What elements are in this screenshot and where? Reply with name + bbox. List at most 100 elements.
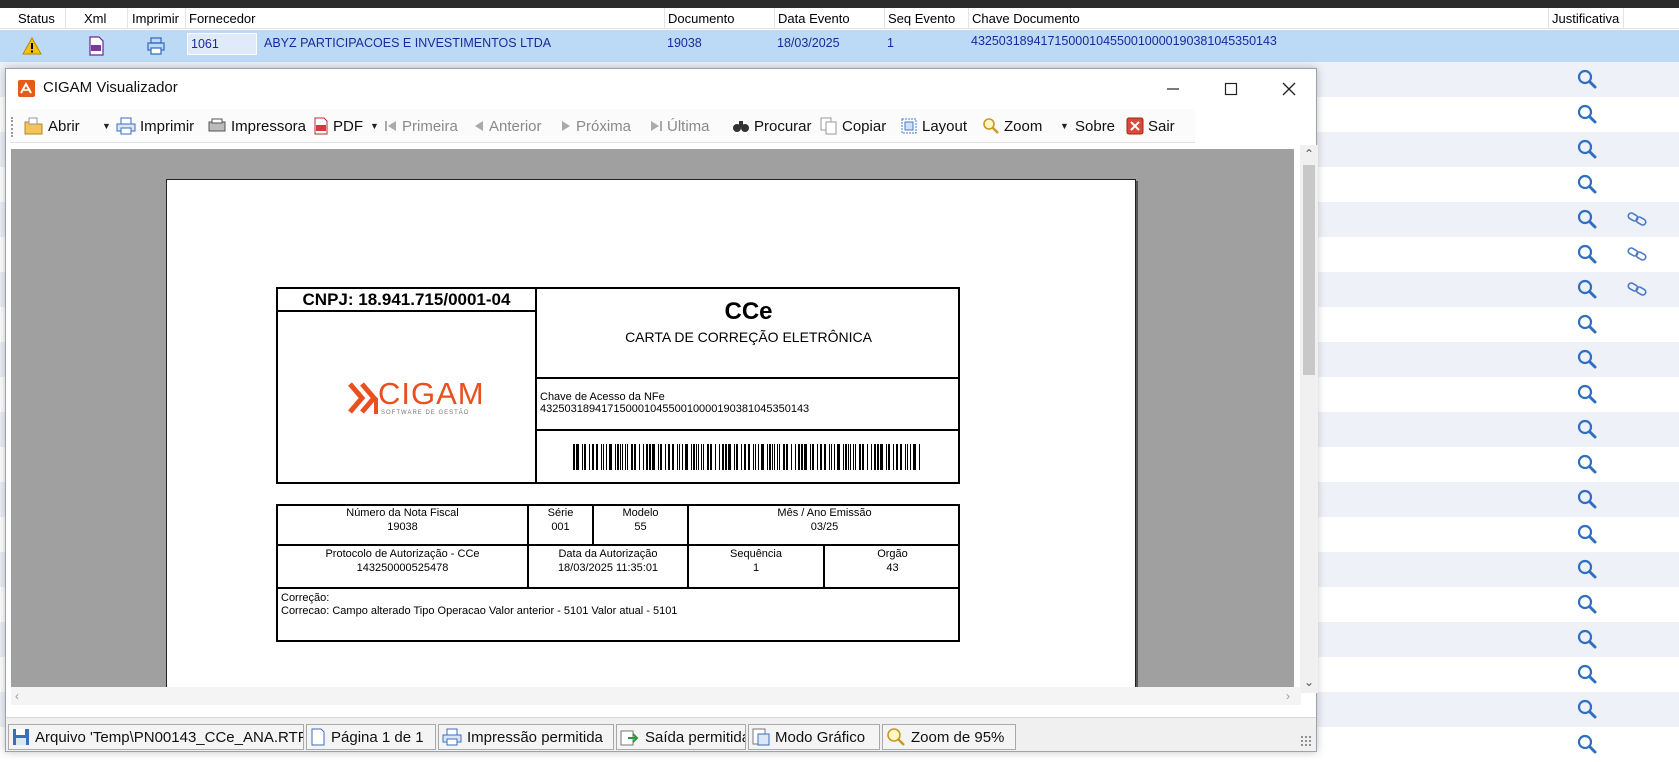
previous-page-icon: [475, 121, 483, 131]
search-icon[interactable]: [1576, 698, 1598, 720]
copy-icon: [820, 117, 837, 135]
abrir-button[interactable]: Abrir: [24, 109, 80, 143]
barcode-bar: [812, 444, 814, 470]
search-icon[interactable]: [1576, 383, 1598, 405]
protocolo-label: Protocolo de Autorização - CCe: [325, 548, 480, 560]
col-seq-evento[interactable]: Seq Evento: [885, 8, 969, 29]
search-icon[interactable]: [1576, 628, 1598, 650]
col-imprimir[interactable]: Imprimir: [128, 8, 186, 29]
xml-file-icon[interactable]: [86, 36, 106, 56]
floppy-disk-icon: [13, 729, 29, 745]
barcode-bar: [779, 444, 780, 470]
report-page: CNPJ: 18.941.715/0001-04 CCe CARTA DE CO…: [166, 179, 1136, 687]
search-icon[interactable]: [1576, 418, 1598, 440]
barcode-bar: [798, 444, 800, 470]
anterior-button[interactable]: Anterior: [473, 109, 542, 143]
zoom-button[interactable]: Zoom: [982, 109, 1042, 143]
sobre-button[interactable]: Sobre: [1075, 109, 1115, 143]
barcode-bar: [848, 444, 849, 470]
barcode-bar: [804, 444, 807, 470]
maximize-button[interactable]: [1202, 69, 1260, 109]
col-fornecedor[interactable]: Fornecedor: [186, 8, 665, 29]
close-button[interactable]: [1260, 69, 1318, 109]
search-icon[interactable]: [1576, 243, 1598, 265]
barcode-bar: [843, 444, 844, 470]
cigam-viewer-window: CIGAM Visualizador Abrir ▼ Imprimir Impr…: [5, 68, 1318, 752]
search-icon[interactable]: [1576, 558, 1598, 580]
col-documento[interactable]: Documento: [665, 8, 775, 29]
title-divider: [535, 377, 960, 379]
search-icon[interactable]: [1576, 453, 1598, 475]
zoom-dropdown[interactable]: ▼: [1060, 109, 1069, 143]
search-icon[interactable]: [1576, 733, 1598, 755]
copiar-button[interactable]: Copiar: [820, 109, 886, 143]
search-icon[interactable]: [1576, 313, 1598, 335]
viewer-titlebar[interactable]: CIGAM Visualizador: [6, 69, 1316, 109]
barcode-bar: [696, 444, 697, 470]
abrir-dropdown[interactable]: ▼: [102, 109, 111, 143]
horizontal-scrollbar[interactable]: ‹ ›: [11, 687, 1301, 705]
imprimir-button[interactable]: Imprimir: [116, 109, 194, 143]
search-icon[interactable]: [1576, 103, 1598, 125]
scroll-left-icon[interactable]: ‹: [15, 689, 19, 703]
scroll-down-icon[interactable]: ⌄: [1302, 675, 1316, 689]
search-icon[interactable]: [1576, 348, 1598, 370]
report-canvas[interactable]: CNPJ: 18.941.715/0001-04 CCe CARTA DE CO…: [11, 149, 1294, 687]
barcode-bar: [829, 444, 830, 470]
resize-grip[interactable]: [1300, 735, 1312, 747]
barcode-bar: [880, 444, 883, 470]
sair-button[interactable]: Sair: [1126, 109, 1175, 143]
ultima-button[interactable]: Última: [649, 109, 710, 143]
link-icon[interactable]: [1626, 208, 1648, 230]
search-icon[interactable]: [1576, 68, 1598, 90]
mes-value: 03/25: [810, 521, 839, 533]
open-folder-icon: [24, 117, 43, 135]
fornecedor-code-cell[interactable]: 1061: [187, 33, 257, 55]
scroll-right-icon[interactable]: ›: [1286, 689, 1290, 703]
printer-setup-icon: [208, 118, 226, 132]
barcode-bar: [845, 444, 847, 470]
vertical-scroll-thumb[interactable]: [1303, 165, 1315, 375]
proxima-button[interactable]: Próxima: [560, 109, 631, 143]
copiar-label: Copiar: [842, 117, 887, 135]
link-icon[interactable]: [1626, 278, 1648, 300]
barcode-bar: [886, 444, 887, 470]
col-status[interactable]: Status: [0, 8, 66, 29]
barcode-bar: [643, 444, 644, 470]
barcode-bar: [795, 444, 796, 470]
col-chave-documento[interactable]: Chave Documento: [969, 8, 1549, 29]
pdf-button[interactable]: PDF: [313, 109, 363, 143]
minimize-button[interactable]: [1144, 69, 1202, 109]
search-icon[interactable]: [1576, 208, 1598, 230]
vertical-scrollbar[interactable]: ⌃ ⌄: [1300, 145, 1318, 693]
col-xml[interactable]: Xml: [66, 8, 128, 29]
procurar-button[interactable]: Procurar: [732, 109, 812, 143]
primeira-button[interactable]: Primeira: [384, 109, 458, 143]
pdf-dropdown[interactable]: ▼: [370, 109, 379, 143]
col-data-evento[interactable]: Data Evento: [775, 8, 885, 29]
print-icon[interactable]: [146, 36, 166, 56]
barcode-bar: [660, 444, 662, 470]
barcode-bar: [801, 444, 803, 470]
table-row-selected[interactable]: 1061 ABYZ PARTICIPACOES E INVESTIMENTOS …: [0, 30, 1679, 62]
barcode-bar: [685, 444, 688, 470]
search-icon[interactable]: [1576, 523, 1598, 545]
link-icon[interactable]: [1626, 243, 1648, 265]
first-page-icon: [385, 121, 396, 131]
col-justificativa[interactable]: Justificativa: [1549, 8, 1624, 29]
search-icon[interactable]: [1576, 138, 1598, 160]
toolbar-grip[interactable]: [11, 117, 14, 137]
search-icon[interactable]: [1576, 488, 1598, 510]
viewer-title: CIGAM Visualizador: [43, 79, 178, 96]
search-icon[interactable]: [1576, 278, 1598, 300]
search-icon[interactable]: [1576, 593, 1598, 615]
barcode-bar: [649, 444, 651, 470]
last-page-icon: [651, 121, 662, 131]
scroll-up-icon[interactable]: ⌃: [1302, 147, 1316, 161]
impressora-button[interactable]: Impressora: [207, 109, 306, 143]
layout-button[interactable]: Layout: [900, 109, 967, 143]
cce-title: CCe: [724, 298, 773, 325]
search-icon[interactable]: [1576, 173, 1598, 195]
search-icon[interactable]: [1576, 663, 1598, 685]
barcode-bar: [625, 444, 626, 470]
